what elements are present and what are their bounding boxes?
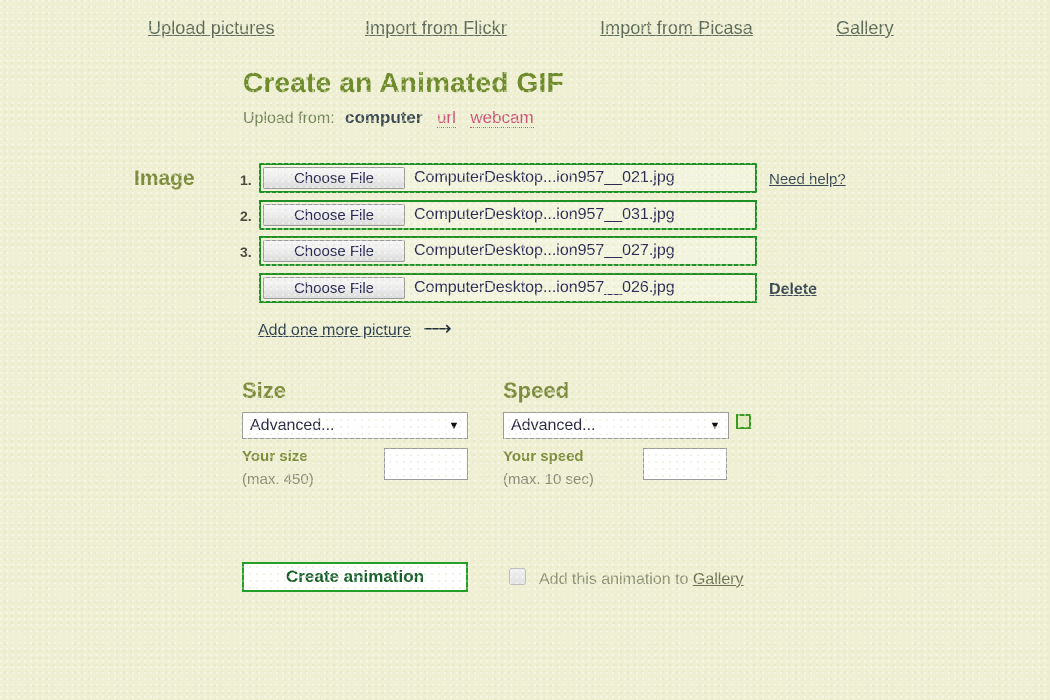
speed-preset-value: Advanced... [504, 417, 702, 435]
upload-mode-webcam[interactable]: webcam [470, 108, 533, 128]
top-navigation: Upload pictures Import from Flickr Impor… [0, 18, 1050, 48]
add-one-more-picture-link[interactable]: Add one more picture ⟶ [258, 316, 452, 341]
file-name-text: ComputerDesktop...ion957__021.jpg [405, 165, 755, 191]
your-size-label: Your size [242, 448, 308, 465]
add-to-gallery-text: Add this animation to [539, 571, 693, 588]
file-input-row[interactable]: Choose File ComputerDesktop...ion957__03… [259, 200, 757, 230]
create-animation-button[interactable]: Create animation [242, 562, 468, 592]
choose-file-button[interactable]: Choose File [263, 204, 405, 226]
choose-file-button[interactable]: Choose File [263, 277, 405, 299]
upload-source-selector: Upload from: computer url webcam [243, 108, 534, 128]
size-preset-value: Advanced... [243, 417, 441, 435]
file-name-text: ComputerDesktop...ion957__026.jpg [405, 275, 755, 301]
your-speed-hint: (max. 10 sec) [503, 471, 594, 488]
file-input-row[interactable]: Choose File ComputerDesktop...ion957__02… [259, 163, 757, 193]
your-size-hint: (max. 450) [242, 471, 314, 488]
choose-file-button[interactable]: Choose File [263, 167, 405, 189]
file-input-row[interactable]: Choose File ComputerDesktop...ion957__02… [259, 273, 757, 303]
row-number-3: 3. [240, 244, 252, 260]
nav-link-upload-pictures[interactable]: Upload pictures [148, 18, 275, 39]
your-speed-input[interactable] [643, 448, 727, 480]
gallery-link[interactable]: Gallery [693, 571, 744, 588]
delete-link[interactable]: Delete [769, 281, 817, 299]
add-to-gallery-label: Add this animation to Gallery [539, 571, 744, 589]
speed-loop-checkbox[interactable] [736, 414, 751, 429]
nav-link-gallery[interactable]: Gallery [836, 18, 894, 39]
image-section-label: Image [134, 167, 195, 191]
upload-mode-computer[interactable]: computer [345, 108, 422, 127]
arrow-right-icon: ⟶ [423, 316, 452, 341]
add-to-gallery-checkbox[interactable] [509, 568, 526, 585]
speed-group-heading: Speed [503, 378, 569, 404]
chevron-down-icon: ▼ [441, 420, 467, 432]
speed-preset-select[interactable]: Advanced... ▼ [503, 412, 729, 439]
upload-mode-url[interactable]: url [437, 108, 456, 128]
size-group-heading: Size [242, 378, 286, 404]
need-help-link[interactable]: Need help? [769, 171, 846, 188]
size-preset-select[interactable]: Advanced... ▼ [242, 412, 468, 439]
page-title: Create an Animated GIF [243, 67, 564, 99]
file-name-text: ComputerDesktop...ion957__031.jpg [405, 202, 755, 228]
add-one-more-picture-label: Add one more picture [258, 322, 411, 339]
page-root: Upload pictures Import from Flickr Impor… [0, 0, 1050, 700]
chevron-down-icon: ▼ [702, 420, 728, 432]
your-speed-label: Your speed [503, 448, 584, 465]
row-number-2: 2. [240, 208, 252, 224]
your-size-input[interactable] [384, 448, 468, 480]
upload-from-label: Upload from: [243, 110, 335, 127]
choose-file-button[interactable]: Choose File [263, 240, 405, 262]
nav-link-import-picasa[interactable]: Import from Picasa [600, 18, 753, 39]
row-number-1: 1. [240, 172, 252, 188]
nav-link-import-flickr[interactable]: Import from Flickr [365, 18, 507, 39]
file-name-text: ComputerDesktop...ion957__027.jpg [405, 238, 755, 264]
file-input-row[interactable]: Choose File ComputerDesktop...ion957__02… [259, 236, 757, 266]
